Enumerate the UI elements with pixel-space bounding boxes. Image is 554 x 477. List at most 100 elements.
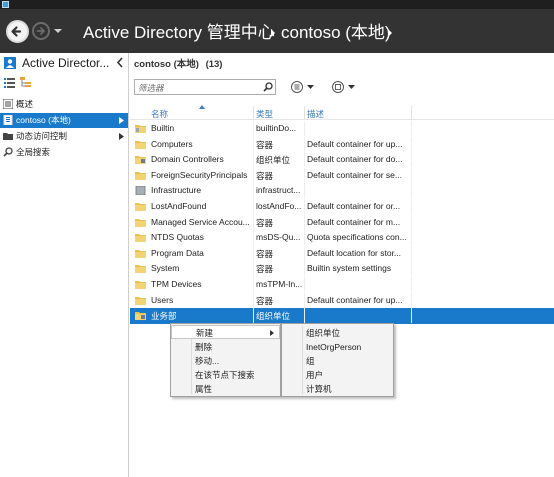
column-divider[interactable] [253, 106, 254, 119]
breadcrumb-chevron-icon[interactable] [387, 29, 393, 37]
column-divider [253, 167, 254, 183]
menu-item-delete[interactable]: 删除 [171, 340, 280, 354]
collapse-pane-icon[interactable] [116, 57, 124, 68]
history-dropdown-icon[interactable] [53, 25, 63, 37]
table-row[interactable]: System 容器 Builtin system settings [130, 261, 554, 277]
tree-view-icon[interactable] [20, 77, 32, 88]
content-title: contoso (本地) (13) [134, 56, 222, 70]
back-button[interactable] [6, 20, 29, 43]
window-title-bar [0, 0, 554, 9]
cell-type: 容器 [256, 264, 274, 275]
breadcrumb-chevron-icon[interactable] [270, 29, 276, 37]
cell-name: Program Data [151, 247, 204, 258]
cell-name: ForeignSecurityPrincipals [151, 169, 248, 180]
column-divider [253, 230, 254, 246]
nav-item-dynamic-access-control[interactable]: 动态访问控制 [0, 129, 128, 144]
column-header-name[interactable]: 名称 [151, 108, 168, 120]
ou-icon [135, 312, 146, 321]
table-row[interactable]: NTDS Quotas msDS-Qu... Quota specification… [130, 230, 554, 246]
menu-item-properties[interactable]: 属性 [171, 382, 280, 396]
cell-type: 容器 [256, 217, 274, 228]
column-divider [411, 183, 412, 199]
table-row[interactable]: 业务部 组织单位 [130, 308, 554, 324]
column-divider [304, 152, 305, 168]
filter-input[interactable]: 筛选器 [134, 79, 276, 95]
table-row[interactable]: Program Data 容器 Default location for stor.… [130, 245, 554, 262]
navigation-pane-header: Active Director... [0, 53, 128, 73]
expand-arrow-icon[interactable] [119, 133, 124, 140]
view-options-button[interactable] [290, 80, 322, 94]
folder-icon [135, 265, 146, 274]
column-divider [253, 261, 254, 277]
submenu-arrow-icon [270, 330, 274, 336]
nav-item-domain[interactable]: contoso (本地) [0, 113, 128, 128]
column-divider [411, 261, 412, 277]
column-divider [304, 261, 305, 277]
arrow-right-icon [36, 27, 45, 35]
cell-name: Domain Controllers [151, 154, 224, 165]
cell-name: NTDS Quotas [151, 232, 204, 243]
cell-type: 容器 [256, 295, 274, 306]
column-divider [304, 277, 305, 292]
table-row[interactable]: Infrastructure infrastruct... [130, 183, 554, 199]
sort-ascending-icon [199, 105, 205, 109]
column-divider [304, 230, 305, 246]
menu-item-label: InetOrgPerson [306, 342, 362, 352]
cell-type: msDS-Qu... [256, 232, 301, 243]
table-row[interactable]: Computers 容器 Default container for up... [130, 136, 554, 153]
column-header-type[interactable]: 类型 [256, 108, 273, 120]
cell-name: TPM Devices [151, 279, 202, 289]
nav-item-label: 动态访问控制 [16, 131, 68, 141]
column-divider [253, 152, 254, 168]
menu-item-new[interactable]: 新建 [171, 325, 280, 339]
table-row[interactable]: Users 容器 Default container for up... [130, 292, 554, 309]
list-view-icon[interactable] [4, 77, 16, 88]
column-divider [411, 277, 412, 292]
filter-placeholder: 筛选器 [138, 83, 164, 93]
menu-item-move[interactable]: 移动... [171, 354, 280, 368]
table-row[interactable]: Builtin builtinDo... [130, 121, 554, 137]
table-row[interactable]: Managed Service Accou... 容器 Default contai… [130, 214, 554, 231]
column-divider [411, 292, 412, 308]
column-divider [304, 136, 305, 152]
column-divider [253, 214, 254, 230]
column-divider[interactable] [304, 106, 305, 119]
forward-button[interactable] [32, 22, 50, 40]
column-divider [253, 183, 254, 199]
column-header-description[interactable]: 描述 [307, 108, 324, 120]
table-row[interactable]: TPM Devices msTPM-In... [130, 277, 554, 293]
cell-name: System [151, 263, 180, 274]
column-divider [411, 167, 412, 183]
cell-name: Managed Service Accou... [151, 216, 250, 227]
column-divider[interactable] [411, 106, 412, 119]
submenu-item-ou[interactable]: 组织单位 [282, 326, 393, 340]
column-divider [253, 199, 254, 214]
content-pane: contoso (本地) (13) 筛选器 名称 类型 描述 Builtin bu… [130, 53, 554, 477]
nav-item-global-search[interactable]: 全局搜索 [0, 145, 128, 160]
save-query-button[interactable] [331, 80, 363, 94]
breadcrumb-domain[interactable]: contoso (本地) [281, 22, 391, 44]
menu-item-label: 属性 [195, 384, 213, 394]
breadcrumb-app-title[interactable]: Active Directory 管理中心 [83, 22, 275, 44]
menu-item-search-under-node[interactable]: 在该节点下搜索 [171, 368, 280, 382]
table-row[interactable]: Domain Controllers 组织单位 Default container … [130, 152, 554, 168]
table-row[interactable]: LostAndFound lostAndFo... Default containe… [130, 199, 554, 215]
column-divider [411, 214, 412, 230]
submenu-item-computer[interactable]: 计算机 [282, 382, 393, 396]
cell-type: lostAndFo... [256, 201, 302, 211]
cell-description: Default container for up... [307, 294, 403, 305]
column-divider [411, 152, 412, 168]
submenu-item-user[interactable]: 用户 [282, 368, 393, 382]
submenu-item-inetorgperson[interactable]: InetOrgPerson [282, 340, 393, 354]
folder-icon [135, 296, 146, 305]
submenu-item-group[interactable]: 组 [282, 354, 393, 368]
expand-arrow-icon[interactable] [119, 117, 124, 124]
menu-item-label: 计算机 [306, 384, 332, 394]
cell-type: 组织单位 [256, 311, 291, 322]
column-divider [304, 292, 305, 308]
search-icon[interactable] [263, 82, 273, 92]
table-row[interactable]: ForeignSecurityPrincipals 容器 Default conta… [130, 167, 554, 184]
nav-item-overview[interactable]: 概述 [0, 97, 128, 112]
folder-icon [135, 140, 146, 149]
column-divider [304, 214, 305, 230]
